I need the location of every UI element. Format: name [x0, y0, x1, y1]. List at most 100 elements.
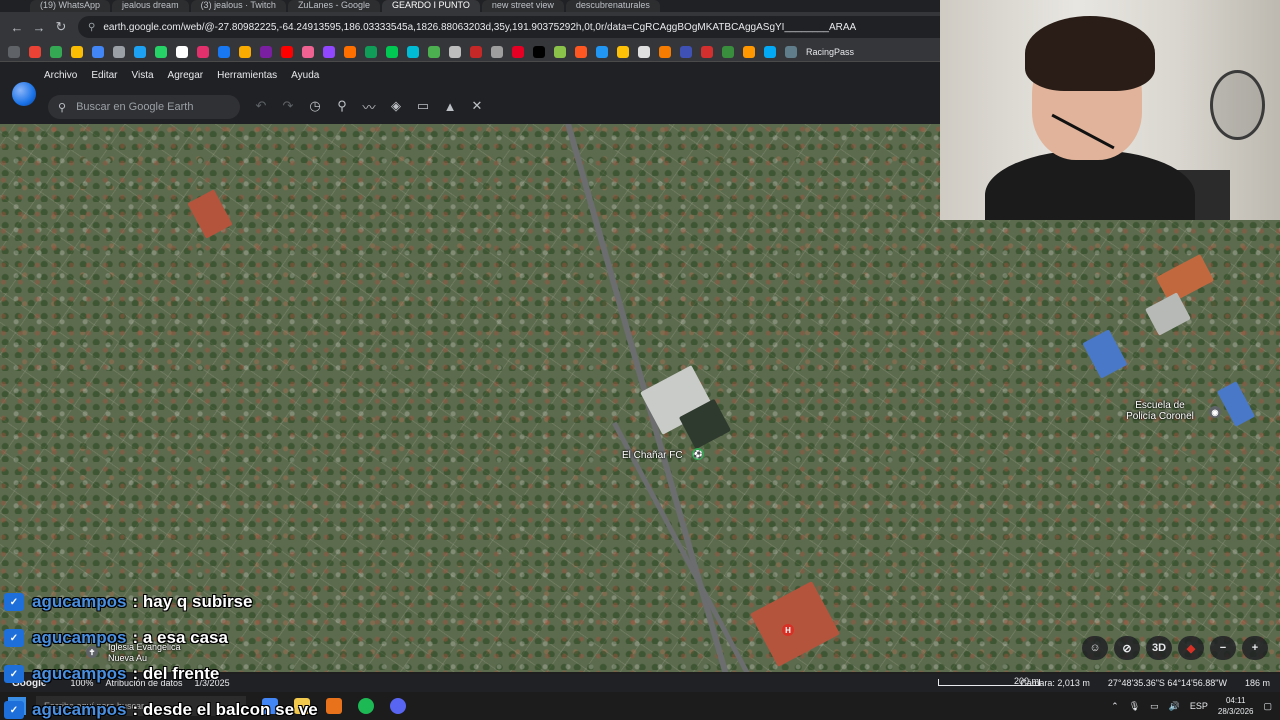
club-pin-icon[interactable]: ⚽ — [692, 448, 704, 460]
bookmark-icon[interactable] — [596, 45, 608, 58]
bookmark-icon[interactable] — [554, 45, 566, 58]
webcam-overlay — [940, 0, 1280, 220]
placemark-icon[interactable]: ⚲ — [333, 97, 351, 115]
layers-icon[interactable]: ◈ — [387, 97, 405, 115]
docs-icon[interactable] — [92, 45, 104, 58]
verified-badge-icon: ✓ — [4, 593, 24, 611]
gmail-icon[interactable] — [29, 45, 41, 58]
bookmark-icon[interactable] — [575, 45, 587, 58]
toggle-3d-button[interactable]: 3D — [1146, 636, 1172, 660]
streamer-body — [985, 150, 1195, 220]
discord-icon[interactable] — [390, 698, 406, 714]
network-icon[interactable]: ▭ — [1150, 701, 1159, 712]
volume-icon[interactable]: 🔊 — [1169, 701, 1180, 712]
redo-icon[interactable]: ↷ — [279, 97, 297, 115]
hospital-pin-icon[interactable]: H — [782, 624, 794, 636]
bookmark-icon[interactable] — [659, 45, 671, 58]
bookmark-icon[interactable] — [680, 45, 692, 58]
bookmark-icon[interactable] — [722, 45, 734, 58]
bookmark-icon[interactable] — [407, 45, 419, 58]
chevron-up-icon[interactable]: ⌃ — [1111, 701, 1119, 712]
forward-icon[interactable]: → — [28, 16, 50, 38]
youtube-icon[interactable] — [281, 45, 293, 58]
facebook-icon[interactable] — [218, 45, 230, 58]
bookmark-icon[interactable] — [428, 45, 440, 58]
bookmark-icon[interactable] — [260, 45, 272, 58]
tab-twitch[interactable]: (3) jealous · Twitch — [190, 0, 286, 12]
menu-archivo[interactable]: Archivo — [44, 70, 77, 81]
earth-search-input[interactable]: ⚲ Buscar en Google Earth — [48, 95, 240, 119]
telegram-icon[interactable] — [134, 45, 146, 58]
stream-chat-overlay: ✓ agucampos : hay q subirse ✓ agucampos … — [4, 584, 364, 720]
url-field[interactable]: ⚲ earth.google.com/web/@-27.80982225,-64… — [78, 16, 978, 38]
mic-icon[interactable]: 🎙 — [1129, 701, 1140, 712]
search-icon: ⚲ — [58, 101, 67, 114]
image-icon[interactable]: ▲ — [441, 97, 459, 115]
path-icon[interactable]: 〰 — [360, 97, 378, 115]
measure-icon[interactable]: ▭ — [414, 97, 432, 115]
zoom-in-button[interactable]: + — [1242, 636, 1268, 660]
menu-vista[interactable]: Vista — [131, 70, 153, 81]
tab-jealous-dream[interactable]: jealous dream — [112, 0, 189, 12]
chat-username: agucampos — [32, 628, 127, 647]
school-label[interactable]: Escuela de Policía Coronel — [1120, 400, 1200, 422]
bolt-icon[interactable] — [239, 45, 251, 58]
maps-icon[interactable] — [50, 45, 62, 58]
racingpass-icon[interactable] — [785, 45, 797, 58]
bookmark-icon[interactable] — [449, 45, 461, 58]
bookmark-racingpass[interactable]: RacingPass — [806, 47, 854, 57]
compass-icon[interactable]: ◆ — [1178, 636, 1204, 660]
clock-date: 28/3/2026 — [1217, 707, 1254, 716]
pegman-icon[interactable]: ☺ — [1082, 636, 1108, 660]
twitch-icon[interactable] — [323, 45, 335, 58]
zoom-out-button[interactable]: − — [1210, 636, 1236, 660]
drive-icon[interactable] — [71, 45, 83, 58]
reload-icon[interactable]: ↻ — [50, 16, 72, 38]
kick-icon[interactable] — [365, 45, 377, 58]
chat-message: ✓ agucampos : del frente — [4, 656, 364, 692]
tab-google-earth[interactable]: GEARDO I PUNTO — [381, 0, 480, 12]
verified-badge-icon: ✓ — [4, 701, 24, 719]
bookmark-icon[interactable] — [743, 45, 755, 58]
history-icon[interactable]: ◷ — [306, 97, 324, 115]
tab-street-view[interactable]: new street view — [481, 0, 564, 12]
bookmark-icon[interactable] — [701, 45, 713, 58]
bookmark-icon[interactable] — [638, 45, 650, 58]
clock[interactable]: 04:11 28/3/2026 — [1218, 695, 1254, 717]
tab-other[interactable]: descubrenaturales — [565, 0, 660, 12]
menu-herramientas[interactable]: Herramientas — [217, 70, 277, 81]
google-earth-logo-icon[interactable] — [12, 82, 36, 106]
back-icon[interactable]: ← — [6, 16, 28, 38]
camera-altitude: Cámara: 2,013 m — [1020, 678, 1090, 688]
bookmark-icon[interactable] — [764, 45, 776, 58]
undo-icon[interactable]: ↶ — [252, 97, 270, 115]
bookmark-icon[interactable] — [344, 45, 356, 58]
menu-editar[interactable]: Editar — [91, 70, 117, 81]
tab-whatsapp[interactable]: (19) WhatsApp — [30, 0, 111, 12]
whatsapp-icon[interactable] — [155, 45, 167, 58]
language-indicator[interactable]: ESP — [1190, 701, 1208, 711]
notifications-icon[interactable]: ▢ — [1263, 701, 1272, 712]
pinterest-icon[interactable] — [512, 45, 524, 58]
bookmark-icon[interactable] — [491, 45, 503, 58]
tab-zulanes[interactable]: ZuLanes - Google — [287, 0, 380, 12]
club-label[interactable]: El Chañar FC — [622, 450, 683, 461]
instagram-icon[interactable] — [197, 45, 209, 58]
tools-icon[interactable]: ✕ — [468, 97, 486, 115]
bookmark-icon[interactable] — [617, 45, 629, 58]
bookmark-icon[interactable] — [302, 45, 314, 58]
school-pin-icon[interactable]: ◉ — [1209, 406, 1221, 418]
url-text: earth.google.com/web/@-27.80982225,-64.2… — [103, 21, 857, 33]
bookmark-icon[interactable] — [386, 45, 398, 58]
tiktok-icon[interactable] — [533, 45, 545, 58]
chat-message: ✓ agucampos : desde el balcon se ve — [4, 692, 364, 720]
chat-username: agucampos — [32, 700, 127, 719]
no-tilt-icon[interactable]: ⊘ — [1114, 636, 1140, 660]
site-info-icon[interactable]: ⚲ — [88, 22, 95, 33]
menu-agregar[interactable]: Agregar — [168, 70, 204, 81]
x-icon[interactable] — [176, 45, 188, 58]
bookmark-icon[interactable] — [113, 45, 125, 58]
menu-ayuda[interactable]: Ayuda — [291, 70, 319, 81]
bookmark-icon[interactable] — [470, 45, 482, 58]
apps-icon[interactable] — [8, 45, 20, 58]
